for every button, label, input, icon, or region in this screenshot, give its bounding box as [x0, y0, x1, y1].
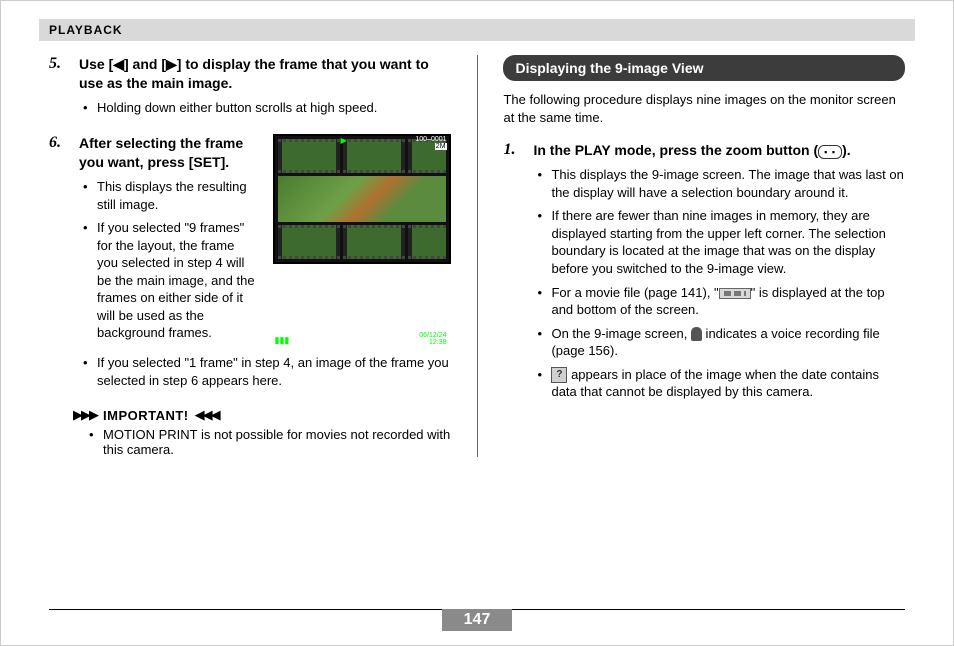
page-number: 147 — [442, 609, 512, 631]
step-5-bullet: Holding down either button scrolls at hi… — [83, 99, 451, 117]
step-6-bullet: This displays the resulting still image. — [83, 178, 259, 213]
step-1: 1. In the PLAY mode, press the zoom butt… — [503, 141, 905, 406]
step-1-bullet: On the 9-image screen, indicates a voice… — [537, 325, 905, 360]
step-6-bullet: If you selected "1 frame" in step 4, an … — [83, 354, 451, 389]
lcd-example-image: ▶ 100–0001 2M 06/12/2412:38 ▮▮▮ — [273, 134, 451, 348]
section-heading: Displaying the 9-image View — [503, 55, 905, 81]
unknown-file-icon: ? — [551, 367, 567, 383]
arrow-right-icon: ▶▶▶ — [73, 407, 97, 423]
important-heading: ▶▶▶ IMPORTANT! ◀◀◀ — [73, 407, 451, 423]
page: PLAYBACK 5. Use [◀] and [▶] to display t… — [0, 0, 954, 646]
page-footer: 147 — [49, 609, 905, 631]
section-header: PLAYBACK — [39, 19, 915, 41]
step-number: 6. — [49, 134, 71, 395]
step-1-bullet: This displays the 9-image screen. The im… — [537, 166, 905, 201]
step-1-bullet: For a movie file (page 141), "" is displ… — [537, 284, 905, 319]
lcd-datetime: 06/12/2412:38 — [419, 332, 446, 346]
step-1-bullet: If there are fewer than nine images in m… — [537, 207, 905, 277]
filmstrip-icon — [719, 288, 751, 299]
left-column: 5. Use [◀] and [▶] to display the frame … — [49, 55, 451, 457]
column-divider — [477, 55, 478, 457]
microphone-icon — [691, 327, 702, 341]
play-icon: ▶ — [341, 136, 347, 145]
battery-icon: ▮▮▮ — [275, 335, 290, 346]
section-intro: The following procedure displays nine im… — [503, 91, 905, 127]
step-number: 5. — [49, 55, 71, 122]
important-label: IMPORTANT! — [103, 408, 189, 423]
right-column: Displaying the 9-image View The followin… — [503, 55, 905, 457]
step-6: 6. After selecting the frame you want, p… — [49, 134, 451, 395]
important-body: MOTION PRINT is not possible for movies … — [89, 427, 451, 457]
step-1-bullet: ? appears in place of the image when the… — [537, 366, 905, 401]
step-5: 5. Use [◀] and [▶] to display the frame … — [49, 55, 451, 122]
lcd-file-counter: 100–0001 2M — [415, 136, 446, 150]
section-label: PLAYBACK — [49, 23, 123, 37]
zoom-out-icon: ▪ ▪ — [818, 145, 842, 159]
step-1-title: In the PLAY mode, press the zoom button … — [533, 141, 905, 160]
step-6-bullet: If you selected "9 frames" for the layou… — [83, 219, 259, 342]
arrow-left-icon: ◀◀◀ — [195, 407, 219, 423]
step-6-title: After selecting the frame you want, pres… — [79, 134, 259, 172]
step-5-title: Use [◀] and [▶] to display the frame tha… — [79, 55, 451, 93]
step-number: 1. — [503, 141, 525, 406]
two-column-layout: 5. Use [◀] and [▶] to display the frame … — [49, 55, 905, 457]
